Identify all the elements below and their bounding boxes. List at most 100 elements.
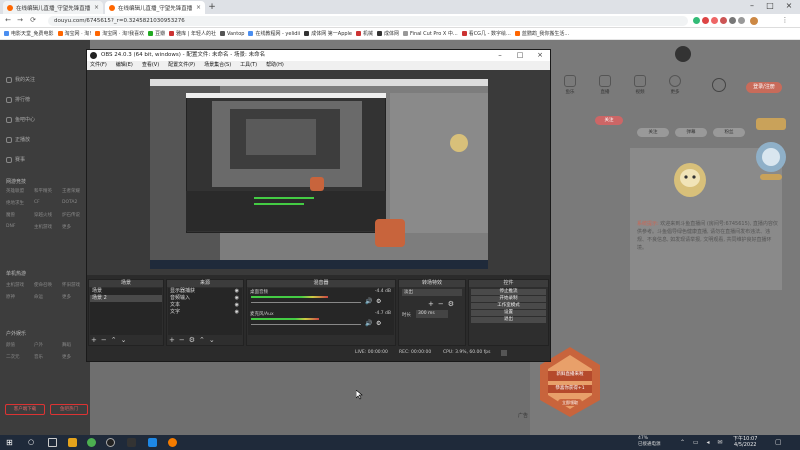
move-up-icon[interactable]: ⌃ xyxy=(199,336,205,344)
scene-item-selected[interactable]: 场景 2 xyxy=(90,295,162,302)
minimize-icon[interactable]: – xyxy=(745,1,759,10)
close-window-icon[interactable]: × xyxy=(782,1,796,10)
menu-item-file[interactable]: 文件(F) xyxy=(90,61,107,70)
add-icon[interactable]: + xyxy=(91,336,97,344)
bookmark[interactable]: Vantop xyxy=(219,31,244,37)
move-down-icon[interactable]: ⌄ xyxy=(209,336,215,344)
extension-icon[interactable] xyxy=(729,17,736,24)
category-link[interactable]: 炉石传说 xyxy=(62,212,88,218)
bookmark[interactable]: 豆瓣 xyxy=(148,30,165,37)
menu-item-edit[interactable]: 编辑(E) xyxy=(116,61,133,70)
category-link[interactable]: 绝地求生 xyxy=(6,200,32,206)
move-up-icon[interactable]: ⌃ xyxy=(111,336,117,344)
chrome-icon[interactable] xyxy=(87,438,96,447)
move-down-icon[interactable]: ⌄ xyxy=(121,336,127,344)
obs-maximize-icon[interactable]: □ xyxy=(510,50,530,61)
volume-slider[interactable] xyxy=(251,324,361,325)
duration-input[interactable]: 300 ms xyxy=(416,310,448,318)
category-link[interactable]: 原神 xyxy=(6,294,32,300)
windows-start-icon[interactable]: ⊞ xyxy=(6,438,13,447)
start-recording-button[interactable]: 开始录制 xyxy=(471,296,546,302)
tab-pill[interactable]: 粉丝 xyxy=(713,128,745,137)
search-icon[interactable]: ○ xyxy=(28,438,34,446)
header-icon-fun[interactable]: 鱼乐 xyxy=(560,75,580,95)
eye-icon[interactable]: ◉ xyxy=(235,295,239,302)
transition-select[interactable]: 淡出 xyxy=(402,289,462,296)
obs-taskbar-icon[interactable] xyxy=(106,438,115,447)
gear-icon[interactable]: ⚙ xyxy=(189,336,195,344)
bookmark[interactable]: 电影天堂_免费电影 xyxy=(4,30,54,37)
bookmark[interactable]: 雅库 | 年轻人的社 xyxy=(169,30,216,37)
tab-pill[interactable]: 弹幕 xyxy=(675,128,707,137)
gear-icon[interactable]: ⚙ xyxy=(376,298,381,305)
category-link[interactable]: 舞蹈 xyxy=(62,342,88,348)
new-tab-icon[interactable]: + xyxy=(207,2,217,12)
client-download-button[interactable]: 客户端下载 xyxy=(5,404,45,415)
eye-icon[interactable]: ◉ xyxy=(235,288,239,295)
category-link[interactable]: 王者荣耀 xyxy=(62,188,88,194)
bookmark[interactable]: Final Cut Pro X 中... xyxy=(403,30,458,37)
extension-icon[interactable] xyxy=(711,17,718,24)
history-icon[interactable] xyxy=(712,78,726,92)
bookmark[interactable]: 淘宝网 · 淘! xyxy=(57,30,91,37)
category-link[interactable]: 主机游戏 xyxy=(6,282,32,288)
category-link[interactable]: 更多 xyxy=(62,224,88,230)
obs-close-icon[interactable]: × xyxy=(530,50,550,61)
file-explorer-icon[interactable] xyxy=(68,438,77,447)
extension-icon[interactable] xyxy=(702,17,709,24)
bookmark[interactable]: 蓝鹦鹉_我你搬生活... xyxy=(514,30,569,37)
extension-icon[interactable] xyxy=(738,17,745,24)
category-link[interactable]: DOTA2 xyxy=(62,200,88,206)
category-link[interactable]: CF xyxy=(34,200,60,206)
sidebar-item-yuba[interactable]: 鱼吧中心 xyxy=(6,116,35,123)
menu-item-scene-collection[interactable]: 场景集合(S) xyxy=(204,61,231,70)
studio-mode-button[interactable]: 工作室模式 xyxy=(471,303,546,309)
tray-icons[interactable]: ⌃ ▭ ◂ ✉ xyxy=(680,439,725,446)
menu-item-help[interactable]: 帮助(H) xyxy=(266,61,284,70)
category-link[interactable]: 怀旧游戏 xyxy=(62,282,88,288)
bookmark[interactable]: 看CG几 - 数字绘... xyxy=(461,30,511,37)
exit-button[interactable]: 退出 xyxy=(471,317,546,323)
bookmark[interactable]: 淘宝网 · 淘!我喜欢 xyxy=(95,30,144,37)
obs-minimize-icon[interactable]: – xyxy=(490,50,510,61)
login-button[interactable]: 登录/注册 xyxy=(746,82,782,93)
gift-claim-button[interactable]: 立即领取 xyxy=(558,400,582,406)
category-link[interactable]: 户外 xyxy=(34,342,60,348)
system-tray[interactable]: 47% 已接通电源 xyxy=(638,436,661,448)
stop-streaming-button[interactable]: 停止推流 xyxy=(471,289,546,295)
follow-button[interactable]: 关注 xyxy=(595,116,623,125)
settings-button[interactable]: 设置 xyxy=(471,310,546,316)
yuba-hot-button[interactable]: 鱼吧热门 xyxy=(50,404,88,415)
url-field[interactable]: douyu.com/6745615?_r=0.3245821030953276 xyxy=(48,16,688,26)
add-icon[interactable]: + xyxy=(428,300,434,308)
gear-icon[interactable]: ⚙ xyxy=(376,320,381,327)
category-link[interactable]: 二次元 xyxy=(6,354,32,360)
browser-tab[interactable]: 在线编辑儿直播_守望先锋直播 × xyxy=(3,1,103,14)
category-link[interactable]: 命运 xyxy=(34,294,60,300)
sidebar-item-events[interactable]: 赛事 xyxy=(6,156,25,163)
speaker-icon[interactable]: 🔊 xyxy=(365,298,372,305)
header-icon-more[interactable]: 更多 xyxy=(665,75,685,95)
source-item[interactable]: 显示器捕获 ◉ xyxy=(168,288,242,295)
category-link[interactable]: 更多 xyxy=(62,294,88,300)
bookmark[interactable]: 成体网 xyxy=(377,30,399,37)
category-link[interactable]: 颜值 xyxy=(6,342,32,348)
header-icon-video[interactable]: 视频 xyxy=(630,75,650,95)
browser-tab-active[interactable]: 在线编辑儿直播_守望先锋直播 × xyxy=(105,1,205,14)
category-link[interactable]: 穿越火线 xyxy=(34,212,60,218)
speaker-icon[interactable]: 🔊 xyxy=(365,320,372,327)
tab-pill[interactable]: 关注 xyxy=(637,128,669,137)
volume-slider[interactable] xyxy=(251,302,361,303)
bookmark[interactable]: 机械 xyxy=(356,30,373,37)
task-view-icon[interactable] xyxy=(48,438,57,447)
app-icon[interactable] xyxy=(168,438,177,447)
sidebar-item-rank[interactable]: 排行榜 xyxy=(6,96,30,103)
close-tab-icon[interactable]: × xyxy=(94,4,99,11)
app-icon[interactable] xyxy=(148,438,157,447)
profile-avatar[interactable] xyxy=(750,17,758,25)
header-icon-live[interactable]: 直播 xyxy=(595,75,615,95)
source-item[interactable]: 音频输入 ◉ xyxy=(168,295,242,302)
bookmark[interactable]: 成体网 第一Apple xyxy=(304,30,352,37)
remove-icon[interactable]: − xyxy=(101,336,107,344)
sidebar-item-follow[interactable]: 我的关注 xyxy=(6,76,35,83)
